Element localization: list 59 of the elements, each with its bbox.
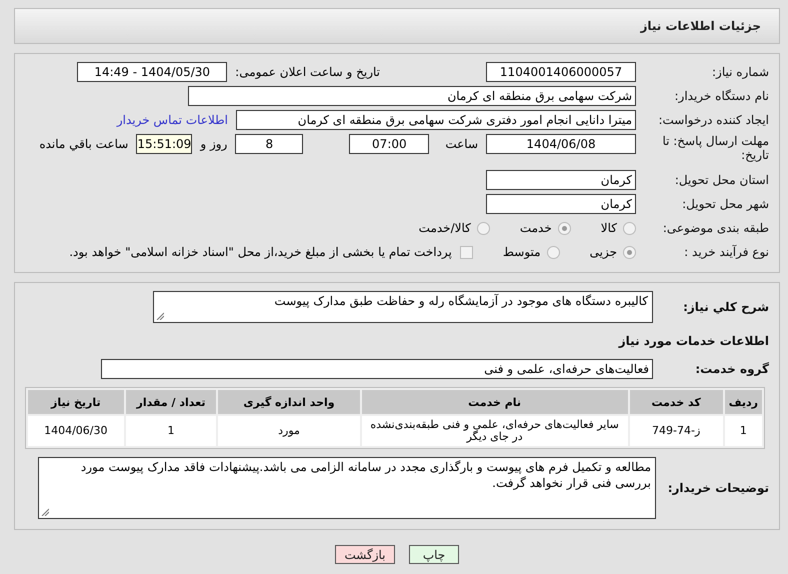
buyer-contact-link[interactable]: اطلاعات تماس خریدار [116,113,228,127]
field-label: ایجاد کننده درخواست: [657,113,770,127]
field-label: استان محل تحویل: [674,173,770,187]
table-cell: سایر فعالیت‌های حرفه‌ای، علمی و فنی طبقه‌بندی‌نشده در جای دیگر [362,416,628,446]
payment-checkbox[interactable] [460,246,473,258]
radio-label: کالا/خدمت [418,221,471,235]
column-header: ردیف [724,390,762,414]
table-cell: 1404/06/30 [28,416,124,446]
field-label: نام دستگاه خریدار: [674,89,770,103]
field-label: گروه خدمت: [694,362,770,376]
print-button[interactable]: چاپ [409,545,459,564]
field-label: نوع فرآیند خرید : [683,245,770,259]
requester-field[interactable]: میترا دانایی انجام امور دفتری شرکت سهامی برق منطقه ای کرمان [236,110,636,130]
column-header: تعداد / مقدار [126,390,216,414]
field-label: شماره نیاز: [711,65,770,79]
field-label: توضیحات خریدار: [666,481,770,495]
table-cell: ز-74-749 [630,416,723,446]
deadline-date-field[interactable]: 1404/06/08 [486,134,636,154]
table-cell: مورد [218,416,360,446]
field-label: شرح کلي نياز: [682,300,770,314]
checkbox-label: پرداخت تمام یا بخشی از مبلغ خرید،از محل "اسناد خزانه اسلامی" خواهد بود. [69,245,452,259]
buyer-notes-field[interactable]: مطالعه و تکمیل فرم های پیوست و بارگذاری مجدد در سامانه الزامی می باشد.پیشنهادات فاقد مدارک پیوست مورد بررسی فنی قرار نخواهد گرفت. [38,457,656,519]
field-label: تاریخ و ساعت اعلان عمومی: [235,65,380,79]
field-label: روز و [200,137,228,151]
need-number-field[interactable]: 1104001406000057 [486,62,636,82]
resize-grip-icon[interactable] [156,312,164,320]
resize-grip-icon[interactable] [41,508,49,516]
column-header: نام خدمت [362,390,628,414]
remaining-time-field[interactable]: 15:51:09 [136,134,192,154]
buyer-name-field[interactable]: شرکت سهامی برق منطقه ای کرمان [188,86,636,106]
table-cell: 1 [126,416,216,446]
field-label: شهر محل تحویل: [681,197,770,211]
radio-label: کالا [600,221,617,235]
section-title: اطلاعات خدمات مورد نياز [617,334,770,348]
column-header: تاریخ نیاز [28,390,124,414]
deadline-time-field[interactable]: 07:00 [349,134,430,154]
table-cell: 1 [724,416,762,446]
field-label: ساعت [445,137,478,151]
field-label: طبقه بندی موضوعی: [662,221,770,235]
city-field[interactable]: کرمان [486,194,636,214]
radio-button[interactable] [623,222,636,234]
page-title: جزئيات اطلاعات نیاز [640,19,761,33]
field-label: مهلت ارسال پاسخ: تا تاریخ: [661,134,770,162]
radio-label: متوسط [502,245,541,259]
radio-button[interactable] [476,222,490,234]
field-label: ساعت باقي مانده [39,137,128,151]
need-summary-field[interactable]: کالیبره دستگاه های موجود در آزمایشگاه رله و حفاظت طبق مدارک پیوست [153,291,653,323]
days-field[interactable]: 8 [235,134,304,154]
announce-date-field[interactable]: 1404/05/30 - 14:49 [77,62,228,82]
radio-button[interactable] [558,222,571,234]
column-header: واحد اندازه گیری [218,390,360,414]
service-group-field[interactable]: فعالیت‌های حرفه‌ای، علمی و فنی [101,359,653,379]
radio-label: جزیی [590,245,617,259]
radio-button[interactable] [623,246,636,258]
column-header: کد خدمت [630,390,723,414]
radio-button[interactable] [546,246,560,258]
province-field[interactable]: کرمان [486,170,636,190]
back-button[interactable]: بازگشت [335,545,395,564]
radio-label: خدمت [520,221,552,235]
